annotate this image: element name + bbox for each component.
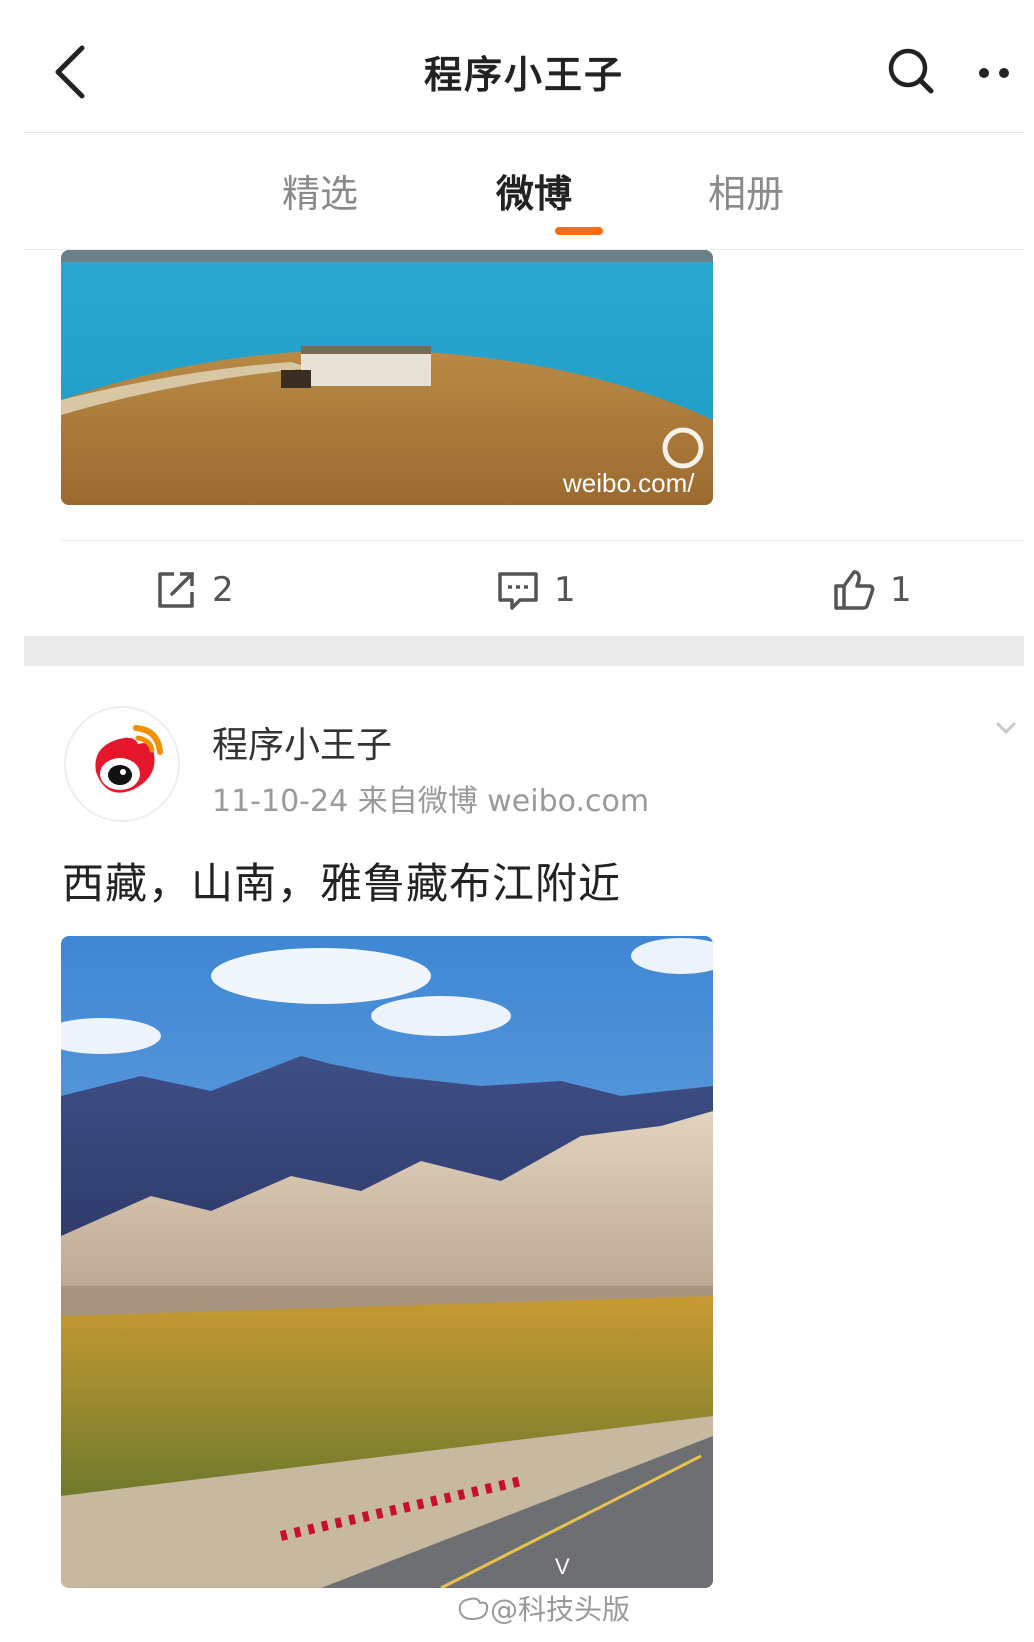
comment-icon — [498, 572, 538, 610]
tab-album[interactable]: 相册 — [708, 163, 784, 218]
search-button[interactable] — [886, 46, 936, 96]
share-icon — [158, 572, 194, 608]
post-meta: 11-10-24 来自微博 weibo.com — [212, 784, 650, 819]
tab-weibo[interactable]: 微博 — [496, 163, 572, 218]
post-author[interactable]: 程序小王子 — [212, 716, 392, 768]
post-divider — [61, 540, 1024, 541]
more-dots-icon — [979, 68, 1009, 78]
page-title: 程序小王子 — [423, 53, 624, 97]
profile-tabs: 精选 微博 相册 — [24, 133, 1024, 250]
image-watermark-2: V — [555, 1554, 570, 1579]
search-icon — [888, 48, 934, 94]
comment-button[interactable]: 1 — [496, 560, 576, 620]
tab-featured[interactable]: 精选 — [282, 163, 358, 218]
repost-button[interactable]: 2 — [154, 560, 234, 620]
thumbs-up-icon — [834, 570, 875, 610]
nav-bar: 程序小王子 — [24, 0, 1024, 133]
like-count: 1 — [890, 570, 912, 610]
weibo-logo-icon — [458, 1597, 489, 1621]
image-watermark: weibo.com/ — [562, 468, 695, 498]
post-text: 西藏，山南，雅鲁藏布江附近 — [62, 859, 622, 908]
repost-count: 2 — [212, 570, 234, 610]
post-image-lake[interactable]: weibo.com/ — [61, 250, 713, 505]
like-button[interactable]: 1 — [832, 560, 912, 620]
page-watermark: @科技头版 — [456, 1588, 630, 1628]
weibo-profile-page: 程序小王子 精选 微博 相册 weibo.com/ 2 1 1 程序小王子 11… — [24, 0, 1024, 1642]
post-separator — [24, 636, 1024, 666]
active-tab-indicator — [555, 227, 603, 235]
chevron-down-icon[interactable] — [994, 720, 1018, 736]
avatar[interactable] — [64, 706, 180, 822]
weibo-logo-icon — [66, 708, 178, 820]
post-image-mountains[interactable]: V — [61, 936, 713, 1588]
comment-count: 1 — [554, 570, 576, 610]
more-button[interactable] — [972, 58, 1020, 88]
